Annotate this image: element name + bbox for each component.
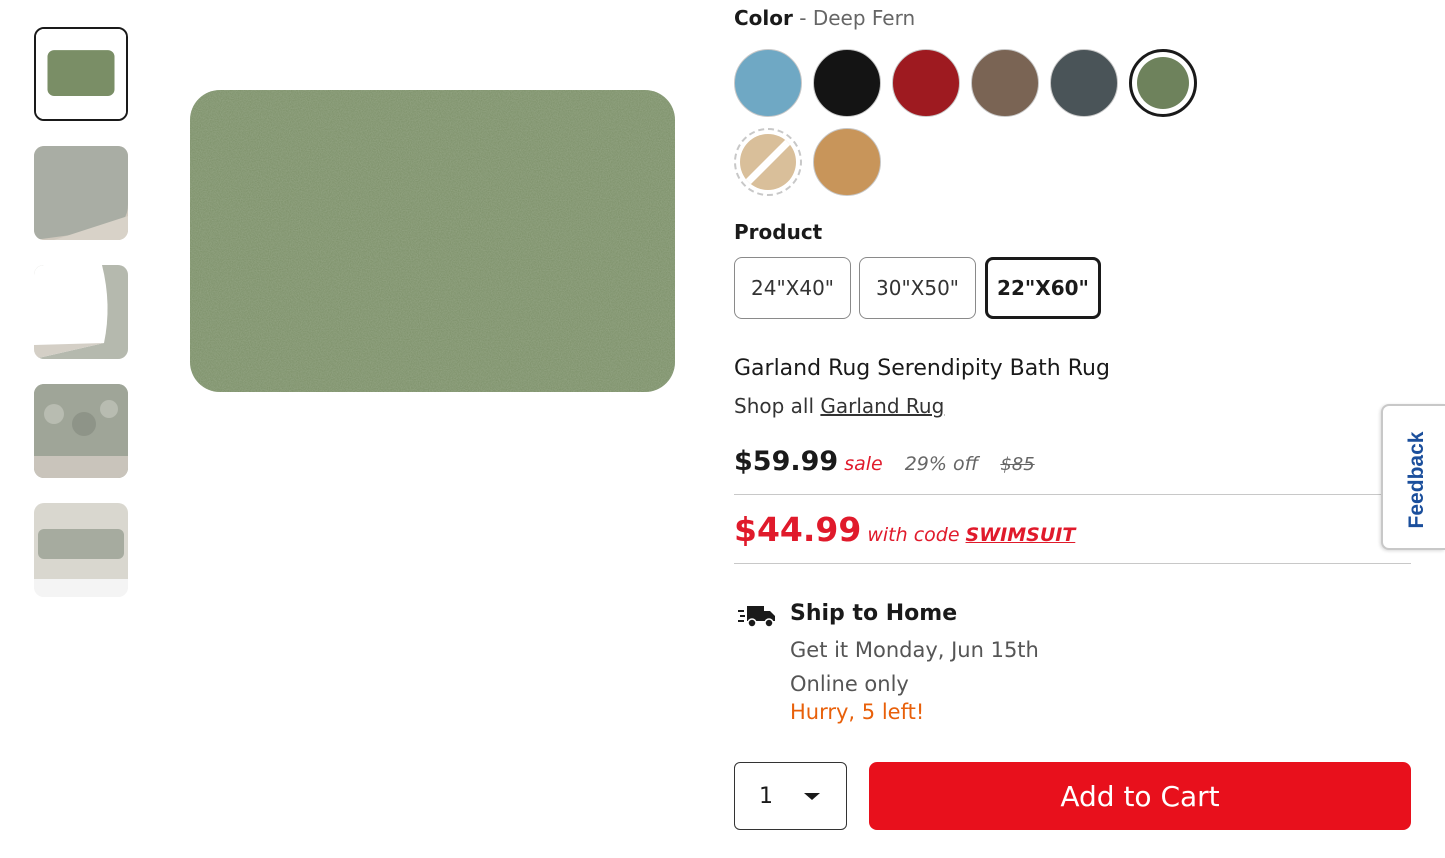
stock-alert: Hurry, 5 left! (790, 700, 925, 724)
price-divider-top (734, 494, 1411, 495)
promo-code-link[interactable]: SWIMSUIT (966, 524, 1076, 546)
promo-row: $44.99 with code SWIMSUIT (734, 510, 1075, 549)
thumbnail-corner[interactable] (34, 146, 128, 240)
thumbnail-closeup[interactable] (34, 384, 128, 478)
color-selection-label: Color - Deep Fern (734, 6, 915, 30)
discount-percent: 29% off (904, 453, 979, 475)
brand-link[interactable]: Garland Rug (820, 394, 944, 418)
shop-all-brand: Shop all Garland Rug (734, 394, 944, 418)
swatch-brown[interactable] (971, 49, 1039, 117)
original-price: $85 (1000, 454, 1035, 475)
price-divider-bottom (734, 563, 1411, 564)
swatch-black[interactable] (813, 49, 881, 117)
swatch-deep-fern[interactable] (1129, 49, 1197, 117)
swatch-linen-unavailable[interactable] (734, 128, 802, 196)
color-label: Color (734, 6, 793, 30)
color-swatches (734, 49, 1214, 199)
truck-icon (738, 603, 776, 629)
sale-label: sale (844, 453, 883, 475)
swatch-blue[interactable] (734, 49, 802, 117)
size-option-24x40[interactable]: 24"X40" (734, 257, 851, 319)
size-option-30x50[interactable]: 30"X50" (859, 257, 976, 319)
ship-to-home-title: Ship to Home (790, 601, 958, 626)
quantity-value: 1 (759, 783, 773, 809)
product-size-label: Product (734, 220, 823, 244)
feedback-label: Feedback (1405, 431, 1428, 529)
swatch-red[interactable] (892, 49, 960, 117)
color-separator: - (799, 6, 807, 30)
thumbnail-room[interactable] (34, 503, 128, 597)
swatch-slate[interactable] (1050, 49, 1118, 117)
availability-text: Online only (790, 672, 909, 696)
sale-price: $59.99 (734, 446, 839, 477)
promo-price: $44.99 (734, 510, 862, 549)
thumbnail-backing[interactable] (34, 265, 128, 359)
quantity-select[interactable]: 1 (734, 762, 847, 830)
shop-all-prefix: Shop all (734, 394, 815, 418)
product-title: Garland Rug Serendipity Bath Rug (734, 356, 1110, 381)
delivery-date: Get it Monday, Jun 15th (790, 638, 1039, 662)
promo-text: with code (867, 524, 960, 546)
size-option-22x60[interactable]: 22"X60" (985, 257, 1101, 319)
feedback-tab[interactable]: Feedback (1381, 404, 1445, 550)
thumbnail-front[interactable] (34, 27, 128, 121)
main-product-image (185, 85, 680, 400)
color-selected-value: Deep Fern (812, 6, 916, 30)
add-to-cart-button[interactable]: Add to Cart (869, 762, 1411, 830)
chevron-down-icon (804, 793, 820, 800)
price-row: $59.99 sale 29% off $85 (734, 446, 1035, 477)
swatch-tan[interactable] (813, 128, 881, 196)
